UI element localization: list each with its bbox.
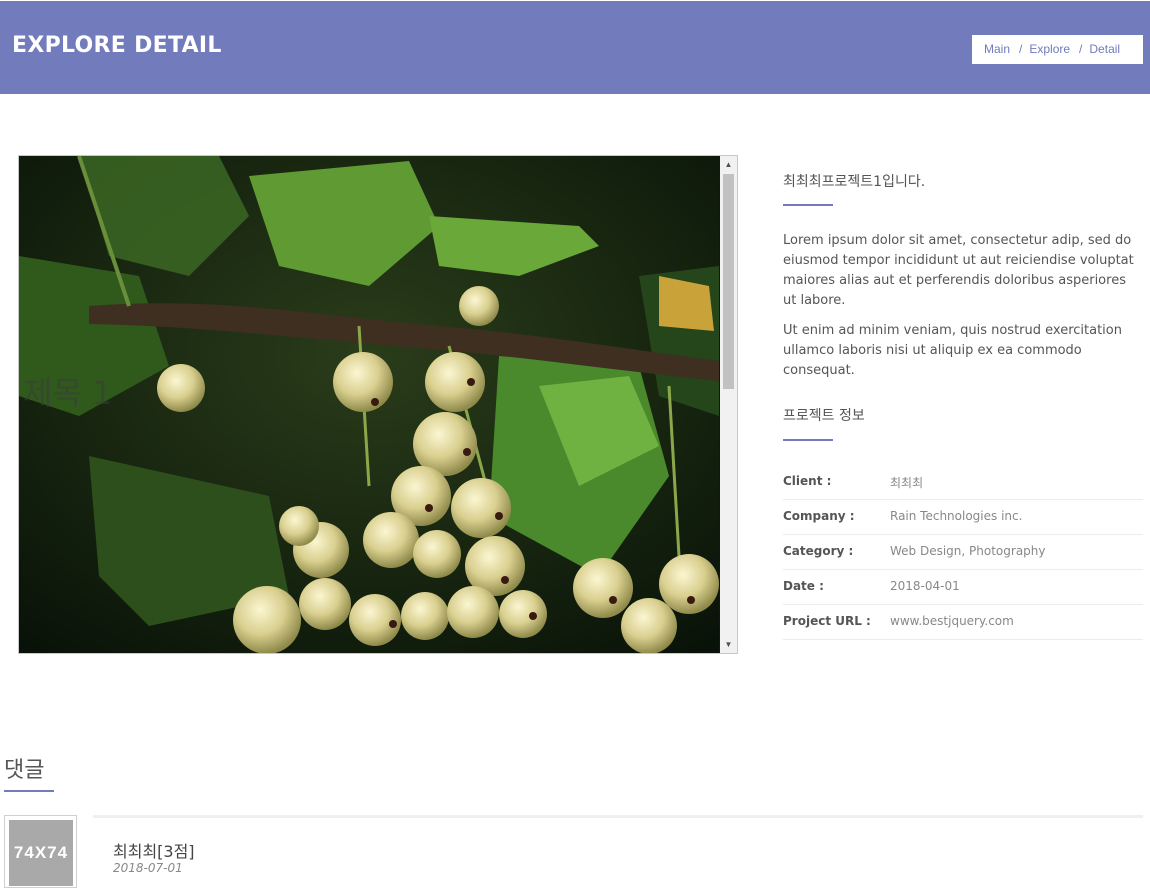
info-label: Category : xyxy=(783,544,854,558)
project-description-2: Ut enim ad minim veniam, quis nostrud ex… xyxy=(783,323,1122,378)
scroll-down-arrow-icon[interactable]: ▼ xyxy=(720,636,737,653)
page-header: EXPLORE DETAIL Main / Explore / Detail xyxy=(0,1,1150,94)
breadcrumb-main-link[interactable]: Main xyxy=(984,42,1010,56)
info-label: Client : xyxy=(783,474,832,488)
info-row-category: Category : Web Design, Photography xyxy=(783,535,1143,570)
title-underline xyxy=(783,204,833,206)
info-label: Company : xyxy=(783,509,855,523)
project-description-1: Lorem ipsum dolor sit amet, consectetur … xyxy=(783,233,1134,308)
info-heading-underline xyxy=(783,439,833,441)
scroll-up-arrow-icon[interactable]: ▲ xyxy=(720,156,737,173)
comment-date: 2018-07-01 xyxy=(113,861,183,875)
info-row-client: Client : 최최최 xyxy=(783,465,1143,500)
info-value: 2018-04-01 xyxy=(890,579,960,593)
info-value: Web Design, Photography xyxy=(890,544,1046,558)
breadcrumb-current: Detail xyxy=(1089,42,1121,56)
info-row-company: Company : Rain Technologies inc. xyxy=(783,500,1143,535)
comments-heading-underline xyxy=(4,790,54,792)
breadcrumb: Main / Explore / Detail xyxy=(972,35,1143,64)
breadcrumb-separator: / xyxy=(1079,42,1083,56)
image-overlay-title: 제목 1 xyxy=(23,374,113,412)
breadcrumb-separator: / xyxy=(1019,42,1023,56)
scrollbar-thumb[interactable] xyxy=(723,174,734,389)
project-title: 최최최프로젝트1입니다. xyxy=(783,174,926,190)
avatar-placeholder: 74X74 xyxy=(9,820,73,886)
page-title: EXPLORE DETAIL xyxy=(12,33,222,58)
comment-author: 최최최[3점] xyxy=(113,842,195,861)
comment-divider xyxy=(93,815,1143,818)
avatar: 74X74 xyxy=(4,815,77,888)
project-url-link[interactable]: www.bestjquery.com xyxy=(890,614,1014,628)
info-value: 최최최 xyxy=(890,476,924,490)
info-label: Project URL : xyxy=(783,614,871,628)
image-viewer[interactable]: 제목 1 ▲ ▼ xyxy=(18,155,738,654)
info-label: Date : xyxy=(783,579,824,593)
project-info-heading: 프로젝트 정보 xyxy=(783,408,865,424)
project-photo xyxy=(19,156,719,653)
info-row-project-url: Project URL : www.bestjquery.com xyxy=(783,605,1143,640)
vertical-scrollbar[interactable]: ▲ ▼ xyxy=(720,156,737,653)
info-value: Rain Technologies inc. xyxy=(890,509,1023,523)
breadcrumb-explore-link[interactable]: Explore xyxy=(1029,42,1070,56)
comments-heading: 댓글 xyxy=(4,758,45,783)
info-row-date: Date : 2018-04-01 xyxy=(783,570,1143,605)
